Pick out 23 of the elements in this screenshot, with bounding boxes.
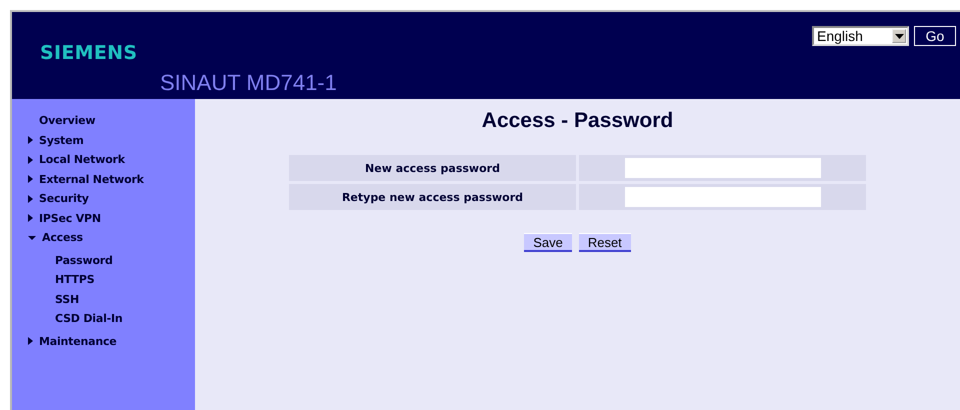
submenu-item[interactable]: Password bbox=[55, 250, 113, 270]
menu-item[interactable]: Overview bbox=[39, 114, 96, 128]
menu-item[interactable]: IPSec VPN bbox=[39, 212, 101, 225]
form-button[interactable]: Save bbox=[524, 233, 572, 252]
menu-item[interactable]: Security bbox=[39, 192, 89, 206]
product-name: SINAUT MD741-1 bbox=[160, 70, 337, 96]
page-title: Access - Password bbox=[482, 109, 674, 133]
menu-item[interactable]: Maintenance bbox=[39, 334, 117, 348]
form-button[interactable]: Reset bbox=[578, 233, 631, 252]
language-dropdown[interactable]: English bbox=[812, 26, 909, 46]
menu-item[interactable]: System bbox=[39, 134, 84, 147]
logo: SIEMENS bbox=[40, 42, 138, 64]
submenu-item[interactable]: HTTPS bbox=[55, 270, 94, 290]
field-label: Retype new access password bbox=[289, 184, 576, 210]
go-button[interactable]: Go bbox=[914, 26, 956, 46]
submenu-item[interactable]: CSD Dial-In bbox=[55, 309, 123, 328]
submenu-item[interactable]: SSH bbox=[55, 290, 79, 309]
password-field[interactable] bbox=[624, 158, 820, 178]
field-label: New access password bbox=[289, 155, 576, 181]
menu-item[interactable]: Local Network bbox=[39, 153, 125, 166]
menu-item[interactable]: Access bbox=[42, 231, 83, 244]
password-field[interactable] bbox=[624, 187, 820, 207]
menu-item[interactable]: External Network bbox=[39, 172, 144, 186]
